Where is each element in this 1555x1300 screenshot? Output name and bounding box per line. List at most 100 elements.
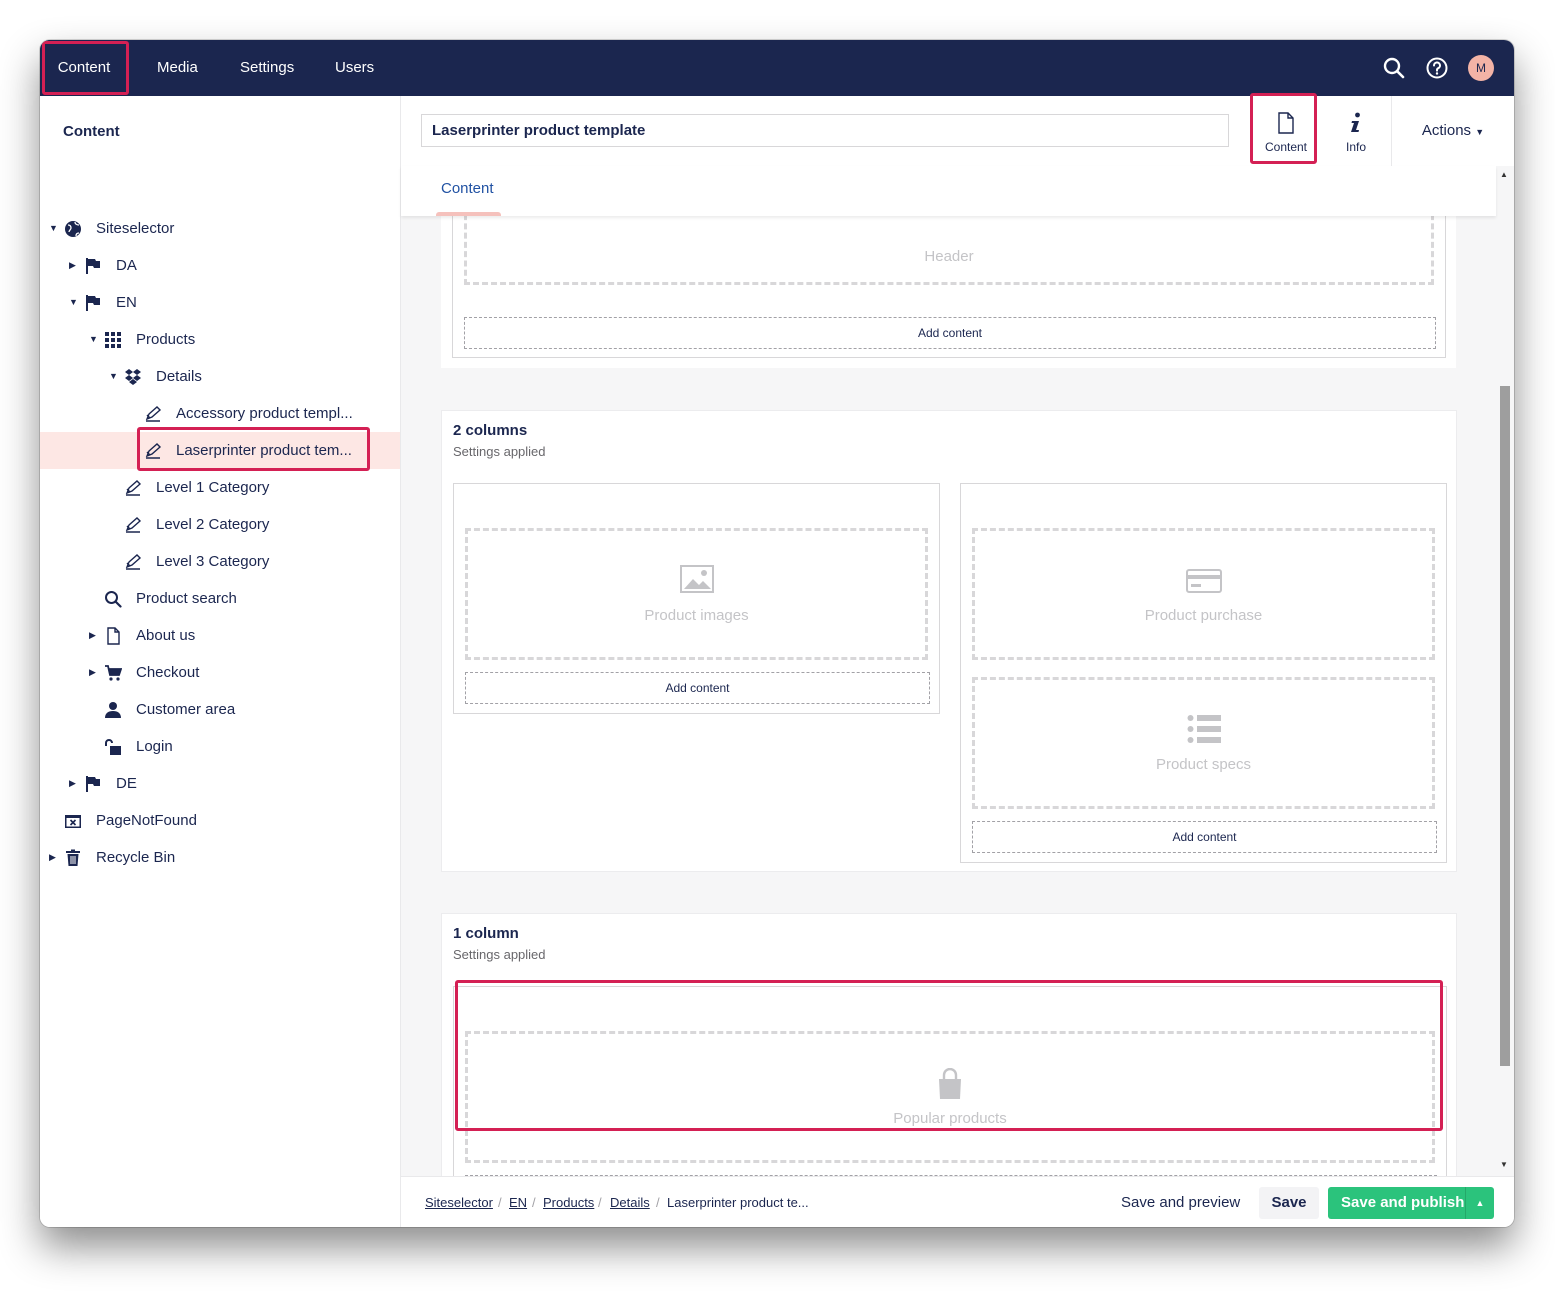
globe-icon <box>65 221 81 237</box>
tree-item-label: Details <box>156 368 202 385</box>
edit-icon <box>125 554 142 570</box>
tree-item-label: DE <box>116 775 137 792</box>
tree-item-laserprinter-template[interactable]: Laserprinter product tem... <box>40 432 400 469</box>
scrollbar-thumb[interactable] <box>1500 386 1510 1066</box>
nav-users[interactable]: Users <box>335 40 374 96</box>
caret-down-icon: ▼ <box>1475 127 1485 137</box>
area-product-purchase[interactable]: Product purchase <box>972 528 1435 660</box>
tree-item-checkout[interactable]: ▶ Checkout <box>40 654 400 691</box>
list-icon <box>1187 715 1221 743</box>
tree-item-label: PageNotFound <box>96 812 197 829</box>
caret-right-icon[interactable]: ▶ <box>89 654 99 691</box>
caret-down-icon[interactable]: ▼ <box>89 321 99 358</box>
document-icon <box>1278 112 1294 134</box>
breadcrumb-details[interactable]: Details <box>610 1195 650 1210</box>
section-header-row: Header Add content <box>441 216 1456 368</box>
breadcrumb-products[interactable]: Products <box>543 1195 594 1210</box>
flag-icon <box>86 258 100 274</box>
breadcrumb-en[interactable]: EN <box>509 1195 527 1210</box>
edit-icon <box>145 443 162 459</box>
section-subtitle: Settings applied <box>453 444 546 459</box>
user-avatar[interactable]: M <box>1468 55 1494 81</box>
caret-right-icon[interactable]: ▶ <box>69 247 79 284</box>
caret-down-icon[interactable]: ▼ <box>69 284 79 321</box>
area-label: Popular products <box>893 1110 1007 1127</box>
trash-icon <box>66 849 80 866</box>
node-name-input[interactable] <box>421 114 1229 147</box>
save-and-publish-label: Save and publish <box>1341 1194 1465 1211</box>
app-content-button[interactable]: Content <box>1253 96 1319 166</box>
tree-item-accessory-template[interactable]: Accessory product templ... <box>40 395 400 432</box>
content-scrollbar[interactable]: ▲ ▼ <box>1496 166 1514 1176</box>
tree-item-login[interactable]: Login <box>40 728 400 765</box>
search-icon[interactable] <box>1382 56 1406 80</box>
caret-down-icon[interactable]: ▼ <box>49 210 59 247</box>
tree-item-about-us[interactable]: ▶ About us <box>40 617 400 654</box>
app-info-button[interactable]: Info <box>1323 96 1389 166</box>
tree-item-label: Product search <box>136 590 237 607</box>
save-and-preview-button[interactable]: Save and preview <box>1121 1187 1240 1219</box>
dropbox-icon <box>125 369 141 385</box>
caret-up-icon[interactable]: ▲ <box>1465 1187 1494 1219</box>
area-popular-products[interactable]: Popular products <box>465 1031 1435 1163</box>
unlock-icon <box>105 739 121 755</box>
tree-item-label: Login <box>136 738 173 755</box>
tree-item-level-2-category[interactable]: Level 2 Category <box>40 506 400 543</box>
caret-right-icon[interactable]: ▶ <box>69 765 79 802</box>
tree-item-siteselector[interactable]: ▼ Siteselector <box>40 210 400 247</box>
scroll-down-arrow-icon[interactable]: ▼ <box>1500 1160 1508 1169</box>
add-content-button[interactable]: Add content <box>464 317 1436 349</box>
save-button[interactable]: Save <box>1259 1187 1319 1219</box>
scroll-up-arrow-icon[interactable]: ▲ <box>1500 170 1508 179</box>
area-header[interactable]: Header <box>464 216 1434 285</box>
breadcrumb-separator: / <box>656 1195 660 1210</box>
nav-content[interactable]: Content <box>40 40 128 96</box>
tree-item-level-3-category[interactable]: Level 3 Category <box>40 543 400 580</box>
save-and-publish-button[interactable]: Save and publish ▲ <box>1328 1187 1494 1219</box>
grid-icon <box>105 332 121 348</box>
tree-item-recycle-bin[interactable]: ▶ Recycle Bin <box>40 839 400 876</box>
tab-content[interactable]: Content <box>441 180 494 197</box>
top-navigation: Content Media Settings Users M <box>40 40 1514 96</box>
edit-icon <box>145 406 162 422</box>
app-window: Content Media Settings Users M Content ▼… <box>40 40 1514 1227</box>
nav-media[interactable]: Media <box>157 40 198 96</box>
tree-item-pagenotfound[interactable]: PageNotFound <box>40 802 400 839</box>
column-right: Product purchase Product specs Add conte… <box>960 483 1447 863</box>
help-icon[interactable] <box>1425 56 1449 80</box>
edit-icon <box>125 480 142 496</box>
breadcrumb-siteselector[interactable]: Siteselector <box>425 1195 493 1210</box>
image-icon <box>679 565 714 593</box>
active-tab-indicator <box>436 212 501 216</box>
tree-item-details[interactable]: ▼ Details <box>40 358 400 395</box>
cart-icon <box>105 665 122 681</box>
document-icon <box>107 627 120 645</box>
tree-item-label: Accessory product templ... <box>176 405 353 422</box>
tree-item-label: Products <box>136 331 196 348</box>
tree-item-da[interactable]: ▶ DA <box>40 247 400 284</box>
tree-item-level-1-category[interactable]: Level 1 Category <box>40 469 400 506</box>
app-content-label: Content <box>1264 140 1308 154</box>
add-content-button[interactable]: Add content <box>972 821 1437 853</box>
tree-item-en[interactable]: ▼ EN <box>40 284 400 321</box>
tree-item-product-search[interactable]: Product search <box>40 580 400 617</box>
area-product-images[interactable]: Product images <box>465 528 928 660</box>
caret-right-icon[interactable]: ▶ <box>89 617 99 654</box>
caret-right-icon[interactable]: ▶ <box>49 839 59 876</box>
breadcrumb-current: Laserprinter product te... <box>667 1195 809 1210</box>
content-tree-sidebar: Content ▼ Siteselector ▶ DA ▼ EN ▼ Produ… <box>40 96 401 1227</box>
nav-settings[interactable]: Settings <box>240 40 294 96</box>
column-left: Product images Add content <box>453 483 940 714</box>
add-content-button[interactable]: Add content <box>465 672 930 704</box>
tree-item-label: DA <box>116 257 137 274</box>
tree-item-label: Level 2 Category <box>156 516 270 533</box>
tree-item-products[interactable]: ▼ Products <box>40 321 400 358</box>
tree-item-de[interactable]: ▶ DE <box>40 765 400 802</box>
tree-item-customer-area[interactable]: Customer area <box>40 691 400 728</box>
caret-down-icon[interactable]: ▼ <box>109 358 119 395</box>
tree-item-label: Recycle Bin <box>96 849 176 866</box>
area-product-specs[interactable]: Product specs <box>972 677 1435 809</box>
window-close-icon <box>65 815 81 828</box>
actions-dropdown-button[interactable]: Actions ▼ <box>1391 96 1514 166</box>
editor-tabs: Content <box>401 166 1496 216</box>
